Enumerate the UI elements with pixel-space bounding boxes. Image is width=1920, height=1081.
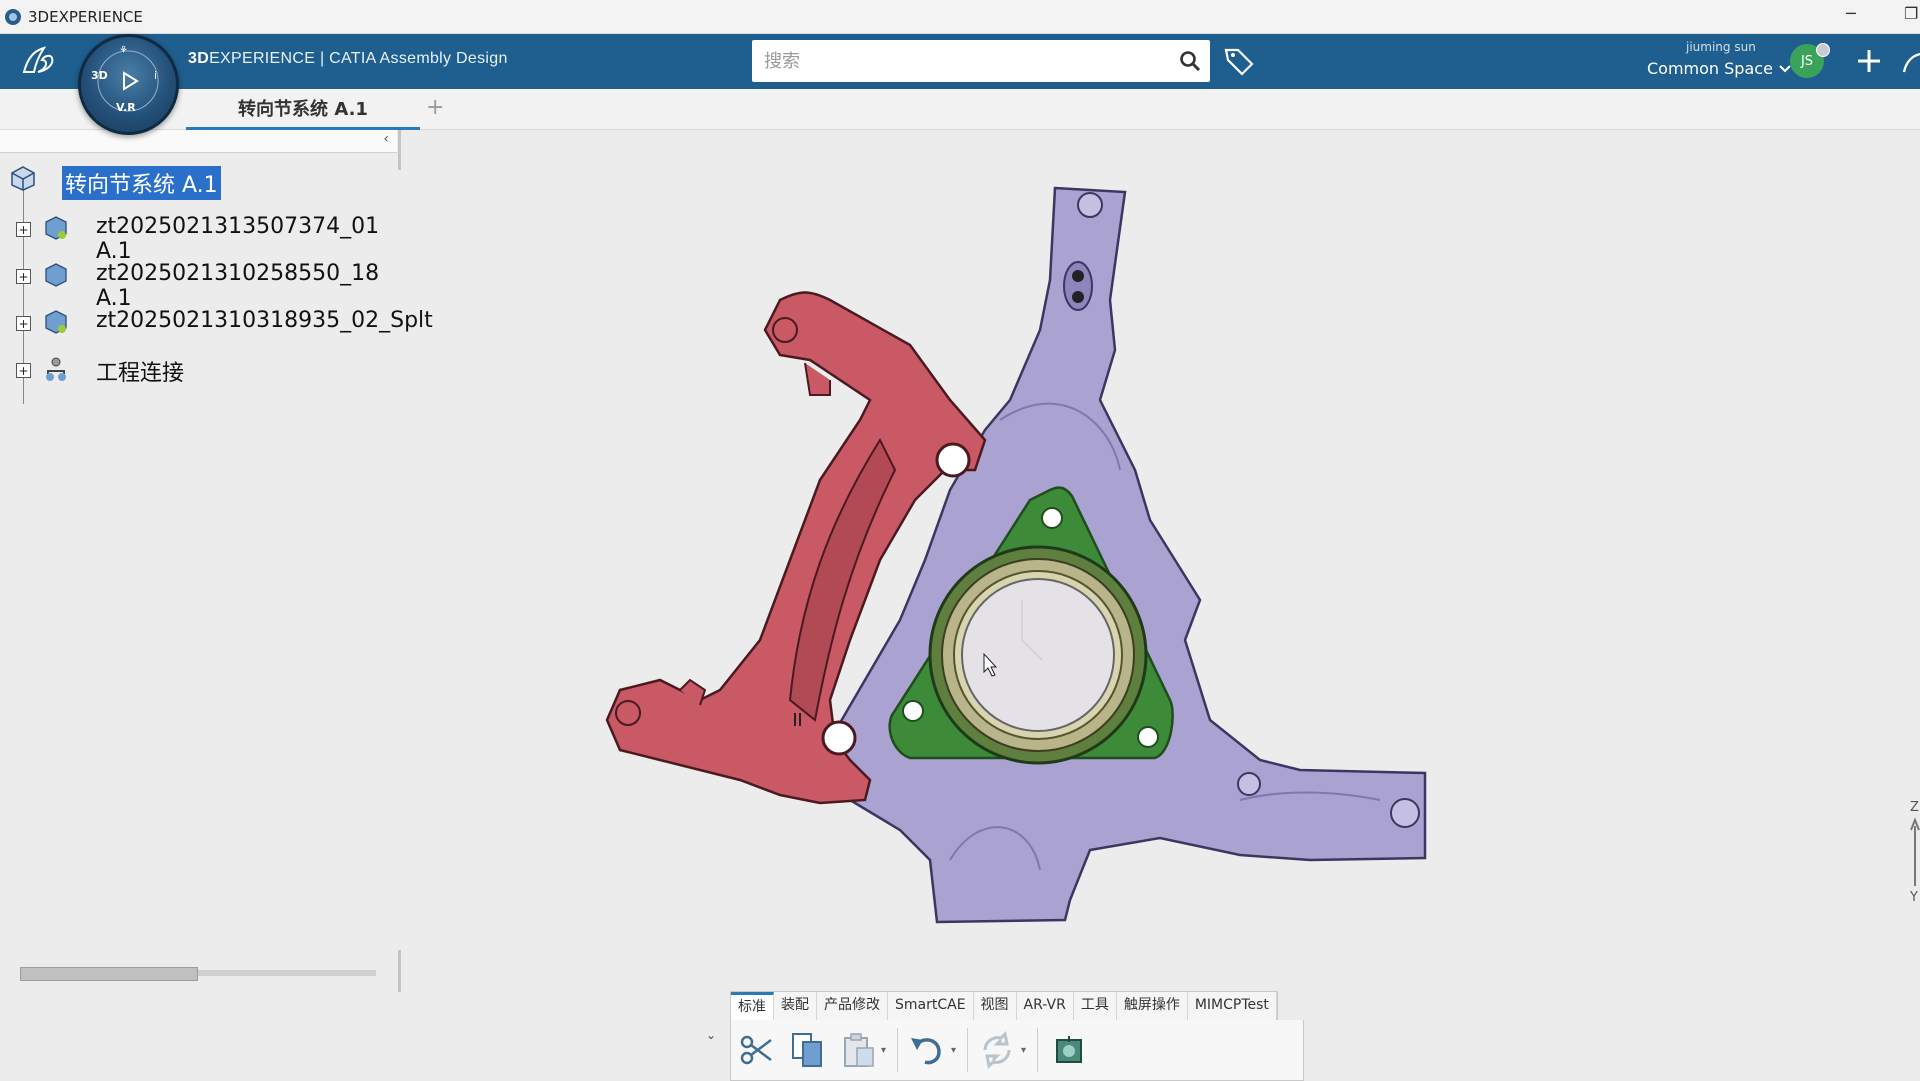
add-icon[interactable] [1852,44,1886,78]
window-title: 3DEXPERIENCE [28,7,143,26]
tree-node-label: zt2025021310318935_02_Splt [96,308,433,333]
action-bar-tools: ▾ ▾ ▾ [730,1020,1304,1081]
compass-vr-label: V.R [116,101,136,114]
horizontal-scrollbar-thumb[interactable] [20,967,198,981]
undo-history-dropdown[interactable]: ▾ [951,1045,956,1056]
update-icon[interactable] [977,1030,1017,1070]
svg-text:⚘: ⚘ [119,45,128,56]
axis-z-label: Z [1910,800,1919,815]
tree-header: ‹ [0,130,397,153]
part-icon [45,310,67,334]
dassault-logo-icon[interactable] [18,42,62,80]
brand-bold: 3D [188,50,210,67]
compass-widget[interactable]: ⚘ 3D i V.R [78,34,179,135]
tab-assembly[interactable]: 装配 [774,992,817,1020]
compass-3d-label: 3D [91,69,108,82]
toolbar-separator [1037,1028,1038,1072]
tree-node-part-18[interactable]: zt2025021310258550_18 A.1 [96,261,400,311]
expand-node-button[interactable]: + [16,316,31,331]
tab-smartcae[interactable]: SmartCAE [888,992,974,1020]
search-box [752,40,1210,82]
document-tab-strip: 转向节系统 A.1 + [0,89,1920,130]
share-icon[interactable] [1900,48,1920,76]
engineering-connection-icon [46,357,66,381]
tree-node-engineering-connections[interactable]: 工程连接 [96,355,184,387]
restore-button[interactable]: ❐ [1904,4,1918,23]
user-name: jiuming sun [1686,40,1756,54]
top-bar: 3DEXPERIENCE | CATIA Assembly Design jiu… [0,34,1920,89]
search-button[interactable] [1170,41,1210,81]
tree-node-part-02-split[interactable]: zt2025021310318935_02_Splt [96,308,433,333]
search-icon [1180,51,1201,72]
cut-icon[interactable] [737,1030,777,1070]
panel-divider[interactable] [398,130,401,170]
compass-info-label: i [154,69,158,82]
tab-view[interactable]: 视图 [974,992,1017,1020]
expand-node-button[interactable]: + [16,269,31,284]
presence-status-icon [1816,43,1830,57]
tab-ar-vr[interactable]: AR-VR [1017,992,1074,1020]
product-icon [11,166,35,191]
tab-tools[interactable]: 工具 [1074,992,1117,1020]
part-icon [45,263,67,287]
space-label: Common Space [1647,59,1773,78]
tab-standard[interactable]: 标准 [731,992,774,1020]
paste-options-dropdown[interactable]: ▾ [881,1045,886,1056]
tree-node-label: 工程连接 [96,361,185,386]
collapse-tree-button[interactable]: ‹ [383,131,389,147]
search-input[interactable] [762,42,1170,80]
3dexperience-app-icon [5,8,21,25]
part-icon [45,216,67,240]
paste-icon[interactable] [839,1030,879,1070]
tree-root-node[interactable]: 转向节系统 A.1 [62,166,221,200]
update-options-dropdown[interactable]: ▾ [1021,1045,1026,1056]
knuckle-body [828,186,1427,924]
brand-rest: EXPERIENCE | CATIA Assembly Design [209,50,508,67]
action-bar: 标准 装配 产品修改 SmartCAE 视图 AR-VR 工具 触屏操作 MIM… [706,991,1304,1081]
tree-node-label: zt2025021310258550_18 A.1 [96,261,380,311]
steering-knuckle-model[interactable] [402,130,1920,1080]
tree-root-label: 转向节系统 A.1 [62,166,221,200]
toolbar-separator [897,1028,898,1072]
axis-y-label: Y [1910,890,1918,905]
action-bar-tabs: 标准 装配 产品修改 SmartCAE 视图 AR-VR 工具 触屏操作 MIM… [730,991,1278,1021]
undo-icon[interactable] [907,1030,947,1070]
3d-viewport[interactable] [402,130,1920,1080]
copy-icon[interactable] [787,1030,827,1070]
compass-icon: ⚘ [97,45,159,112]
space-selector[interactable]: Common Space [1647,59,1792,78]
expand-node-button[interactable]: + [16,222,31,237]
engineering-connection-tool-icon[interactable] [1049,1030,1089,1070]
tab-mimcptest[interactable]: MIMCPTest [1188,992,1277,1020]
tree-node-part-01[interactable]: zt2025021313507374_01 A.1 [96,214,400,264]
tab-touch-operations[interactable]: 触屏操作 [1117,992,1188,1020]
window-title-bar: 3DEXPERIENCE ─ ❐ [0,0,1920,34]
expand-node-button[interactable]: + [16,363,31,378]
tag-icon[interactable] [1222,44,1256,78]
toolbar-separator [967,1028,968,1072]
app-brand: 3DEXPERIENCE | CATIA Assembly Design [188,50,508,68]
specification-tree-panel: ‹ 转向节系统 A.1 + zt2025021313507374_01 A.1 … [0,130,433,1000]
tab-product-modification[interactable]: 产品修改 [817,992,888,1020]
tree-node-label: zt2025021313507374_01 A.1 [96,214,380,264]
add-tab-button[interactable]: + [426,95,444,120]
minimize-button[interactable]: ─ [1846,4,1856,23]
action-bar-toggle-button[interactable]: ⌄ [706,1028,716,1042]
tab-steering-knuckle-system[interactable]: 转向节系统 A.1 [186,89,420,130]
avatar-initials: JS [1800,53,1814,69]
panel-divider-bottom[interactable] [398,950,401,992]
